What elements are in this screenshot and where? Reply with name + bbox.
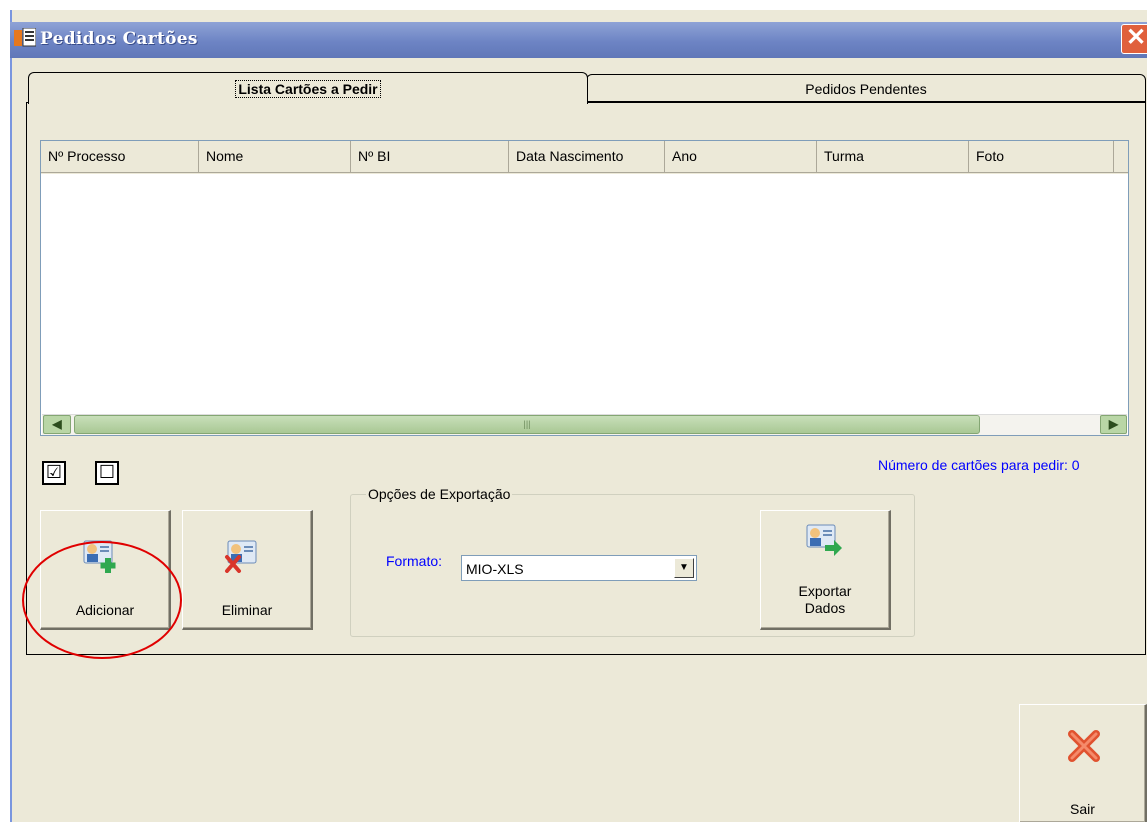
column-header-filler bbox=[1114, 141, 1128, 173]
column-header-turma[interactable]: Turma bbox=[817, 141, 969, 173]
export-options-legend: Opções de Exportação bbox=[366, 486, 513, 502]
delete-button-label: Eliminar bbox=[221, 602, 273, 618]
window-title: Pedidos Cartões bbox=[40, 29, 198, 49]
chevron-down-icon[interactable]: ▼ bbox=[674, 558, 694, 578]
export-button-label-line1: Exportar bbox=[798, 583, 852, 599]
format-select-value: MIO-XLS bbox=[466, 561, 524, 577]
scroll-right-arrow-icon[interactable]: ▶ bbox=[1100, 415, 1127, 434]
cards-count-label: Número de cartões para pedir: 0 bbox=[878, 457, 1080, 473]
column-header-data-nascimento[interactable]: Data Nascimento bbox=[509, 141, 665, 173]
column-header-ano[interactable]: Ano bbox=[665, 141, 817, 173]
check-all-icon[interactable]: ☑ bbox=[42, 461, 66, 485]
scroll-left-arrow-icon[interactable]: ◀ bbox=[43, 415, 71, 434]
close-icon[interactable]: ✕ bbox=[1121, 24, 1147, 54]
column-header-bi[interactable]: Nº BI bbox=[351, 141, 509, 173]
export-button-label-line2: Dados bbox=[804, 600, 846, 616]
tab-pedidos-pendentes[interactable]: Pedidos Pendentes bbox=[586, 74, 1146, 102]
close-x-icon bbox=[1068, 730, 1100, 762]
column-header-nome[interactable]: Nome bbox=[199, 141, 351, 173]
tab-lista-cartoes[interactable]: Lista Cartões a Pedir bbox=[28, 72, 588, 104]
delete-button[interactable]: Eliminar bbox=[182, 510, 313, 630]
uncheck-all-icon[interactable]: ☐ bbox=[95, 461, 119, 485]
scrollbar-thumb[interactable]: ||| bbox=[74, 415, 980, 434]
export-card-icon bbox=[806, 524, 842, 556]
format-label: Formato: bbox=[386, 553, 443, 569]
column-header-foto[interactable]: Foto bbox=[969, 141, 1114, 173]
tab-label: Lista Cartões a Pedir bbox=[235, 80, 381, 98]
cards-grid[interactable] bbox=[40, 140, 1129, 436]
column-header-processo[interactable]: Nº Processo bbox=[41, 141, 199, 173]
exit-button[interactable]: Sair bbox=[1019, 704, 1147, 822]
highlight-circle bbox=[22, 541, 182, 659]
exit-button-label: Sair bbox=[1070, 801, 1095, 817]
delete-card-icon bbox=[225, 540, 257, 573]
app-icon bbox=[14, 28, 36, 47]
export-data-button[interactable]: Exportar Dados bbox=[760, 510, 891, 630]
